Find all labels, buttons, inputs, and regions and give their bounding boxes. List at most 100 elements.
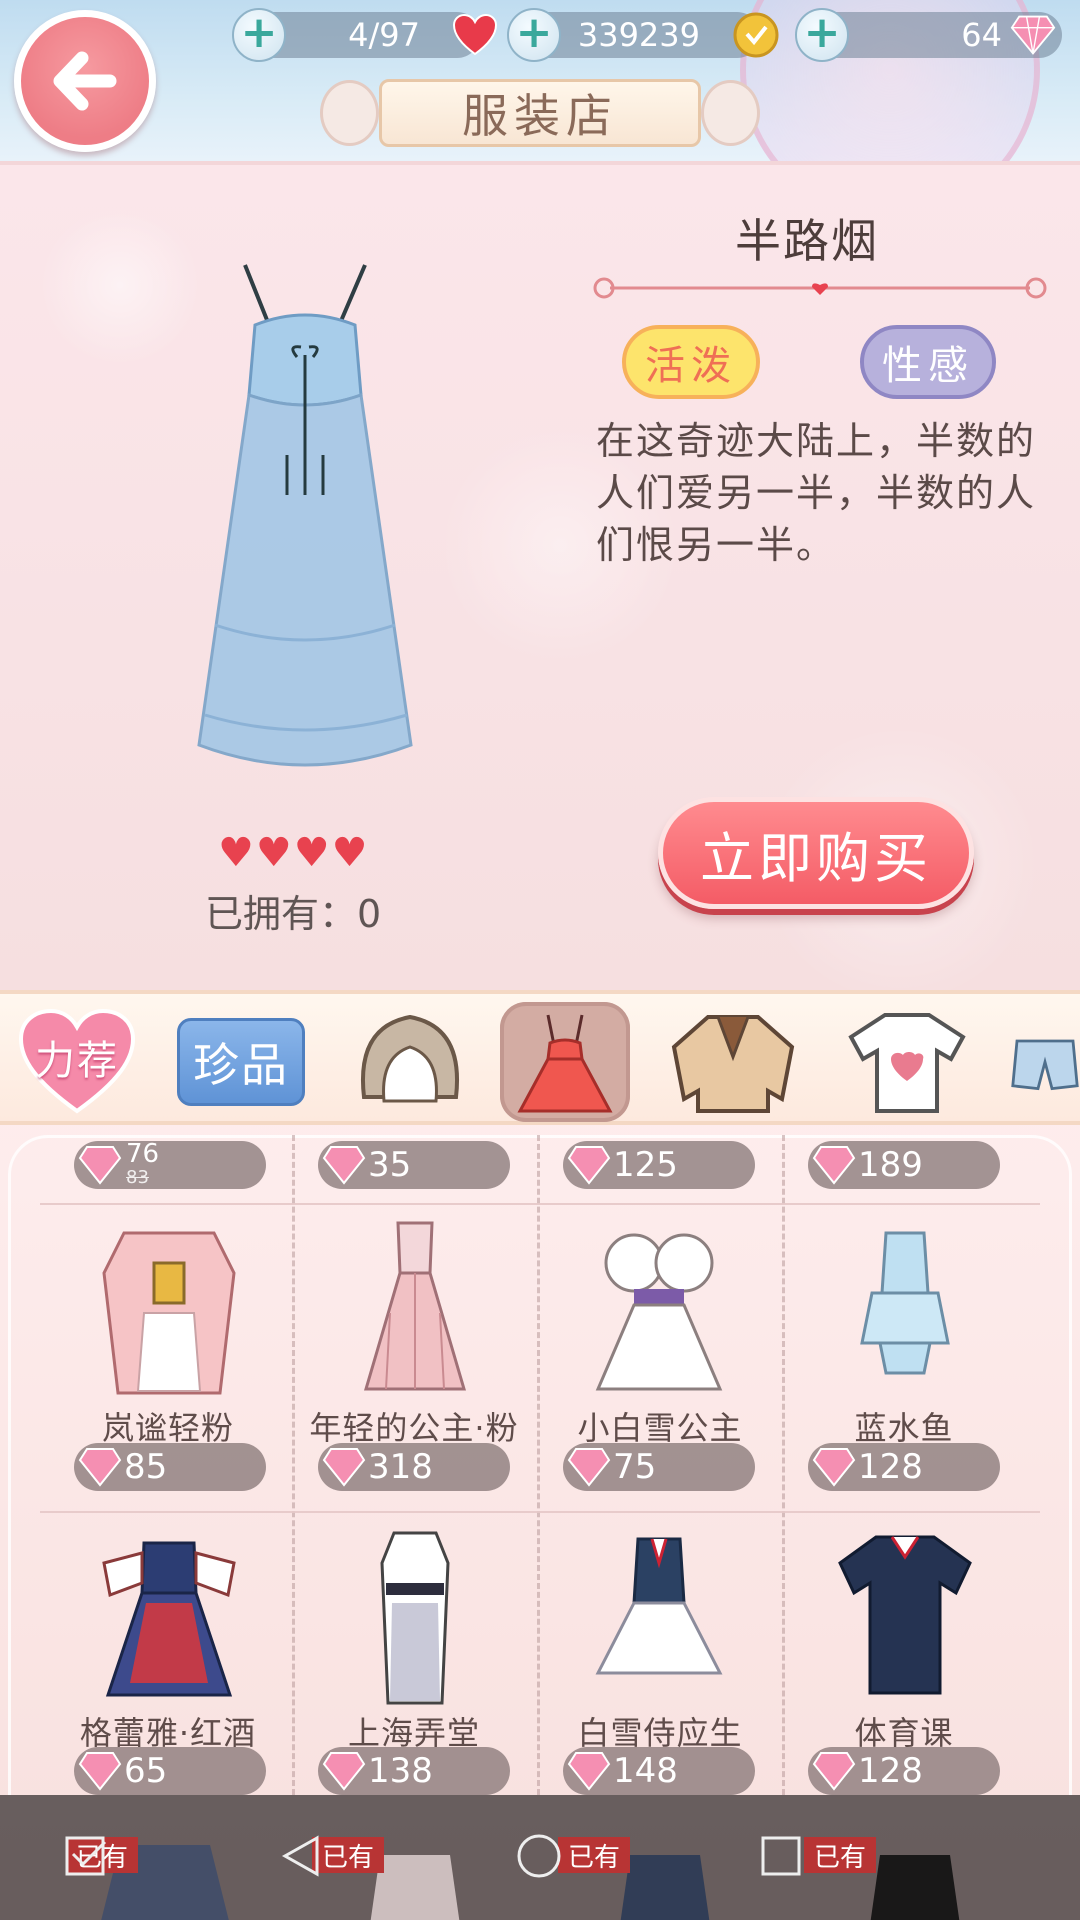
heart-icon: ♥ — [331, 830, 368, 876]
add-diamonds-button[interactable]: + — [795, 8, 849, 62]
tag-lively: 活泼 — [622, 325, 760, 399]
back-button[interactable] — [14, 10, 156, 152]
shorts-icon — [1011, 1039, 1079, 1091]
heart-icon — [452, 12, 498, 58]
blue-fish-dress-image[interactable] — [820, 1213, 990, 1403]
price-pill[interactable]: 76 83 — [74, 1139, 266, 1189]
heart-icon: ♥ — [293, 830, 330, 876]
banner-wing-left — [320, 80, 379, 146]
diamond-icon — [812, 1146, 856, 1185]
dress-icon — [517, 1014, 613, 1113]
tab-bottom[interactable] — [1010, 1002, 1080, 1122]
diamond-icon — [812, 1448, 856, 1487]
tab-top[interactable] — [842, 1002, 972, 1122]
row-divider — [40, 1511, 1040, 1513]
owned-tag: 已有 — [558, 1837, 630, 1873]
tab-coat[interactable] — [668, 1002, 798, 1122]
coins-value: 339239 — [577, 16, 700, 54]
arrow-left-icon — [53, 51, 117, 111]
tab-recommend-label: 力荐 — [35, 1038, 119, 1084]
old-price-value: 83 — [126, 1167, 149, 1188]
column-divider — [537, 1135, 540, 1795]
price-value: 125 — [613, 1145, 678, 1185]
tab-rare[interactable]: 珍品 — [176, 1002, 306, 1122]
rating-hearts: ♥ ♥ ♥ ♥ — [218, 833, 367, 873]
column-divider — [782, 1135, 785, 1795]
price-value: 35 — [368, 1145, 412, 1185]
tab-recommend[interactable]: 力荐 — [12, 1002, 142, 1122]
price-value: 76 — [126, 1139, 160, 1169]
diamond-icon — [322, 1146, 366, 1185]
price-pill[interactable]: 128 — [808, 1747, 1000, 1795]
heart-icon: ♥ — [255, 830, 292, 876]
item-description: 在这奇迹大陆上，半数的人们爱另一半，半数的人们恨另一半。 — [596, 419, 1037, 567]
diamond-icon — [78, 1752, 122, 1791]
bottom-overlay: 已有 已有 已有 已有 — [0, 1795, 1080, 1920]
kimono-item-image[interactable] — [84, 1213, 254, 1403]
circle-home-icon — [517, 1834, 561, 1878]
diamond-icon — [322, 1752, 366, 1791]
coin-icon — [733, 12, 779, 58]
nav-back-button[interactable] — [276, 1831, 326, 1881]
item-grid: 76 83 35 125 189 岚谧轻粉 年轻的公主·粉 小白雪公主 蓝水鱼 — [0, 1125, 1080, 1795]
diamond-icon — [78, 1448, 122, 1487]
owned-tag: 已有 — [804, 1837, 876, 1873]
wine-dress-image[interactable] — [84, 1523, 254, 1713]
tab-hair[interactable] — [345, 1002, 475, 1122]
stamina-value: 4/97 — [348, 16, 420, 54]
price-value: 189 — [858, 1145, 923, 1185]
nav-recents-button[interactable] — [756, 1831, 806, 1881]
name-divider — [593, 277, 1047, 299]
dress-preview-image — [197, 264, 413, 767]
price-value: 128 — [858, 1447, 923, 1487]
diamond-icon — [567, 1146, 611, 1185]
coat-icon — [671, 1015, 795, 1113]
owned-count: 已拥有：0 — [205, 892, 382, 936]
item-detail-panel: ♥ ♥ ♥ ♥ 已拥有：0 半路烟 活泼 性感 在这奇迹大陆上，半数的人们爱另一… — [0, 165, 1080, 990]
nav-home-button[interactable] — [514, 1831, 564, 1881]
plus-icon: + — [515, 7, 553, 58]
price-value: 128 — [858, 1751, 923, 1791]
price-pill[interactable]: 318 — [318, 1443, 510, 1491]
nav-menu-button[interactable] — [62, 1831, 112, 1881]
category-bar: 力荐 珍品 — [0, 990, 1080, 1125]
price-pill[interactable]: 85 — [74, 1443, 266, 1491]
price-value: 85 — [124, 1447, 168, 1487]
add-stamina-button[interactable]: + — [232, 8, 286, 62]
add-coins-button[interactable]: + — [507, 8, 561, 62]
tab-dress[interactable] — [500, 1002, 630, 1122]
tab-rare-label: 珍品 — [177, 1018, 305, 1106]
triangle-back-icon — [281, 1835, 319, 1877]
price-pill[interactable]: 189 — [808, 1141, 1000, 1189]
top-bar: 4/97 + 339239 + 64 + 服装店 — [0, 0, 1080, 165]
price-value: 148 — [613, 1751, 678, 1791]
snow-white-dress-image[interactable] — [574, 1213, 744, 1403]
heart-icon: ♥ — [218, 830, 254, 876]
price-pill[interactable]: 128 — [808, 1443, 1000, 1491]
tshirt-icon — [848, 1013, 966, 1113]
price-pill[interactable]: 75 — [563, 1443, 755, 1491]
price-pill[interactable]: 65 — [74, 1747, 266, 1795]
sports-shirt-image[interactable] — [820, 1523, 990, 1713]
price-value: 75 — [613, 1447, 657, 1487]
price-pill[interactable]: 148 — [563, 1747, 755, 1795]
banner-wing-right — [701, 80, 760, 146]
check-box-icon — [65, 1836, 107, 1876]
buy-now-button[interactable]: 立即购买 — [658, 797, 974, 909]
page-title-banner: 服装店 — [320, 76, 760, 150]
price-pill[interactable]: 138 — [318, 1747, 510, 1795]
price-pill[interactable]: 125 — [563, 1141, 755, 1189]
qipao-dress-image[interactable] — [330, 1523, 500, 1713]
plus-icon: + — [240, 7, 278, 58]
price-value: 318 — [368, 1447, 433, 1487]
price-pill[interactable]: 35 — [318, 1141, 510, 1189]
diamond-icon — [567, 1448, 611, 1487]
waitress-dress-image[interactable] — [574, 1523, 744, 1713]
diamond-icon — [567, 1752, 611, 1791]
tag-sexy: 性感 — [860, 325, 996, 399]
row-divider — [40, 1203, 1040, 1205]
diamond-icon — [1010, 12, 1056, 58]
diamond-icon — [322, 1448, 366, 1487]
diamonds-value: 64 — [961, 16, 1002, 54]
princess-dress-image[interactable] — [330, 1213, 500, 1403]
